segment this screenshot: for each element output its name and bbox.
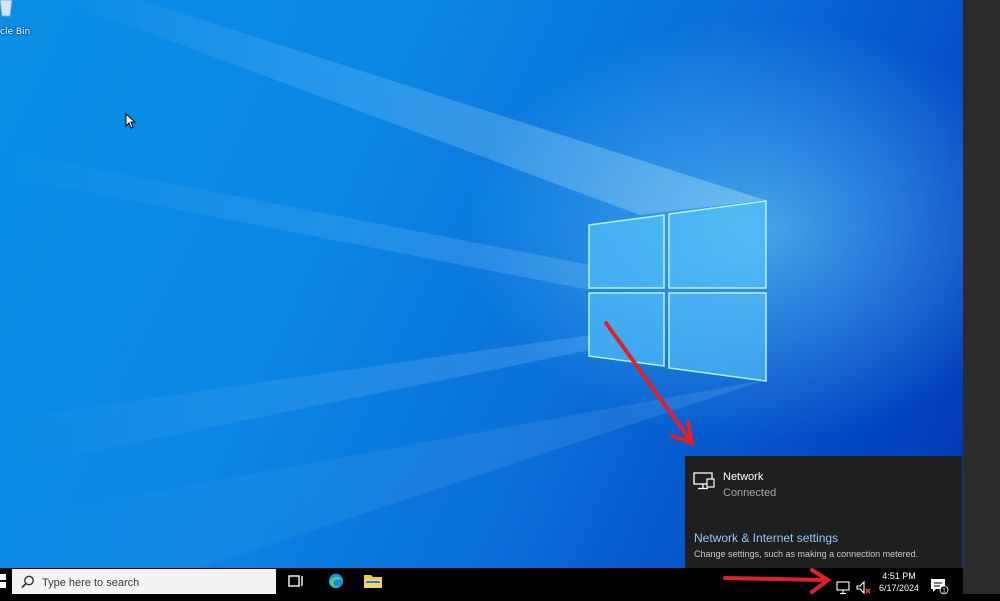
volume-muted-icon[interactable] bbox=[856, 575, 872, 601]
network-connection-item[interactable]: Network Connected bbox=[693, 470, 953, 504]
edge-icon[interactable] bbox=[326, 572, 346, 590]
recycle-bin-label: cle Bin bbox=[0, 27, 31, 37]
mouse-cursor-icon bbox=[125, 113, 137, 129]
taskbar: Type here to search 4:51 PM 6/17/2024 1 bbox=[0, 568, 963, 595]
task-view-icon[interactable] bbox=[287, 572, 305, 590]
network-flyout: Network Connected Network & Internet set… bbox=[685, 456, 962, 568]
start-button-edge[interactable] bbox=[0, 574, 10, 588]
file-explorer-icon[interactable] bbox=[363, 572, 383, 590]
network-icon[interactable] bbox=[836, 575, 852, 601]
windows-logo bbox=[588, 200, 767, 382]
clock-date[interactable]: 6/17/2024 bbox=[874, 583, 924, 593]
recycle-bin-icon bbox=[0, 0, 13, 17]
right-side-panel bbox=[963, 0, 1000, 594]
network-name: Network bbox=[723, 471, 764, 483]
taskbar-search-box[interactable]: Type here to search bbox=[12, 569, 276, 594]
network-settings-link[interactable]: Network & Internet settings bbox=[694, 531, 838, 545]
search-placeholder: Type here to search bbox=[42, 577, 140, 589]
notification-center-icon[interactable]: 1 bbox=[929, 573, 949, 599]
recycle-bin-shortcut[interactable]: cle Bin bbox=[0, 0, 40, 40]
network-settings-description: Change settings, such as making a connec… bbox=[694, 549, 919, 559]
search-icon bbox=[21, 575, 34, 589]
network-status: Connected bbox=[723, 487, 777, 499]
notification-count: 1 bbox=[942, 588, 946, 595]
clock-time[interactable]: 4:51 PM bbox=[879, 571, 919, 581]
ethernet-icon bbox=[693, 472, 715, 490]
